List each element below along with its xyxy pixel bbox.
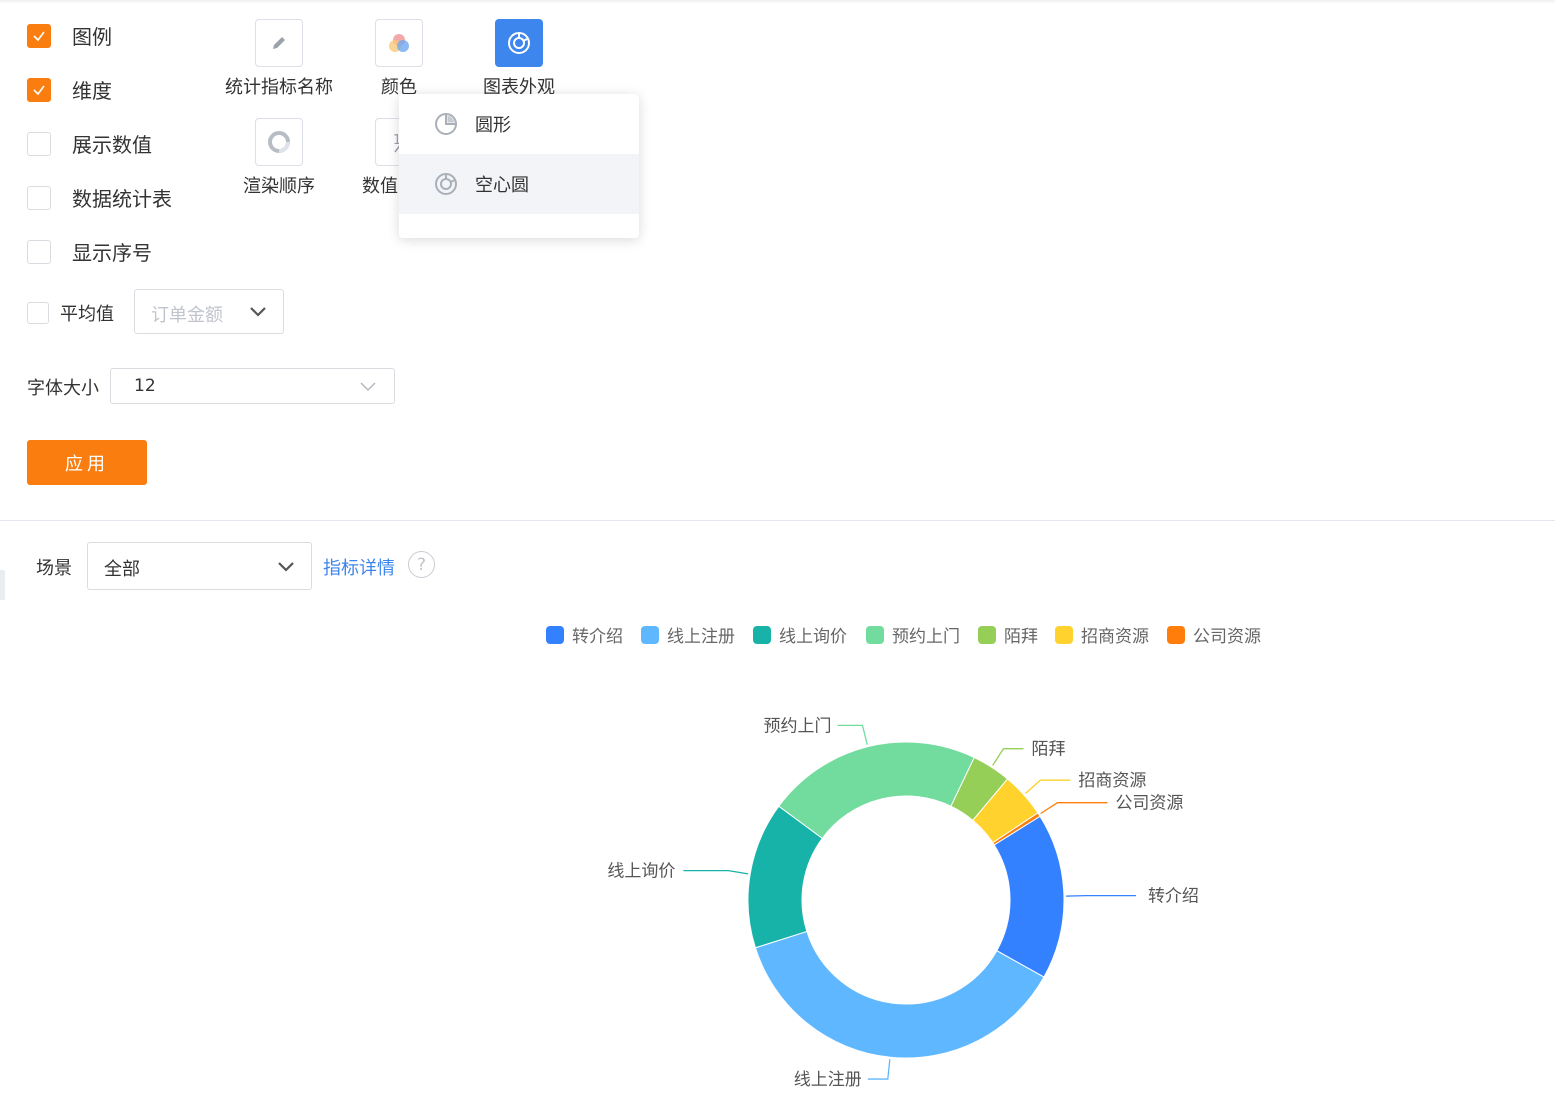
slice-leader-line [867,1059,891,1080]
slice-leader-line [837,724,868,745]
slice-label: 公司资源 [1115,794,1183,814]
slice-label: 线上注册 [794,1070,862,1090]
slice-leader-line [992,748,1024,766]
slice-label: 预约上门 [763,716,831,736]
slice-label: 陌拜 [1032,740,1066,760]
slice-label: 招商资源 [1078,771,1146,791]
slice-label: 转介绍 [1148,887,1199,907]
slice-leader-line [683,869,749,875]
donut-slice[interactable] [778,741,975,839]
donut-slice[interactable] [993,815,1065,978]
slice-leader-line [1024,779,1071,795]
donut-chart: 转介绍线上注册 线上询价 预约上门陌拜招商资源公司资源 [607,716,1199,1090]
slice-label: 线上询价 [607,862,675,882]
slice-leader-line [1040,802,1108,815]
